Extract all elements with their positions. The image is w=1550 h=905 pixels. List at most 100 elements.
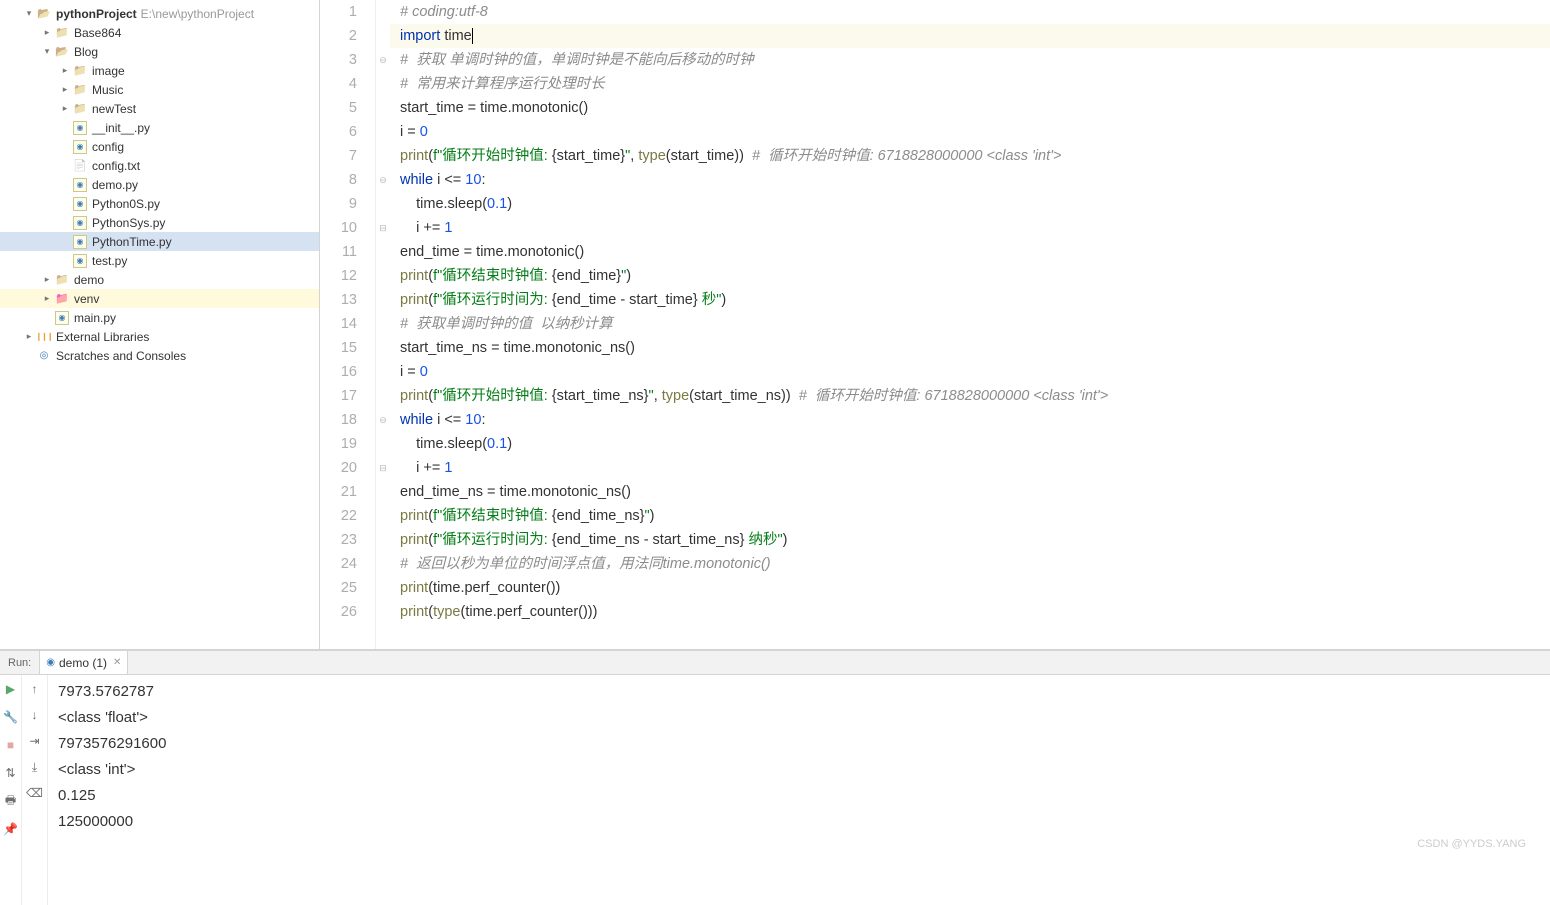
console-output[interactable]: 7973.5762787<class 'float'>7973576291600…	[48, 675, 1550, 905]
fold-marker[interactable]	[376, 480, 390, 504]
fold-marker[interactable]	[376, 312, 390, 336]
tree-item[interactable]: ▾Blog	[0, 42, 319, 61]
tree-item[interactable]: ▸ External Libraries	[0, 327, 319, 346]
run-tab[interactable]: ◉ demo (1) ✕	[40, 651, 128, 674]
code-line[interactable]: i += 1	[390, 456, 1550, 480]
fold-marker[interactable]	[376, 576, 390, 600]
code-line[interactable]: end_time = time.monotonic()	[390, 240, 1550, 264]
fold-marker[interactable]	[376, 384, 390, 408]
wrap-icon[interactable]: ⇥	[27, 733, 43, 749]
code-line[interactable]: start_time_ns = time.monotonic_ns()	[390, 336, 1550, 360]
chevron-icon[interactable]: ▾	[40, 46, 54, 57]
code-line[interactable]: time.sleep(0.1)	[390, 192, 1550, 216]
fold-marker[interactable]	[376, 240, 390, 264]
code-line[interactable]: i += 1	[390, 216, 1550, 240]
tree-item[interactable]: ▸Base864	[0, 23, 319, 42]
fold-marker[interactable]	[376, 432, 390, 456]
tree-item[interactable]: ▸image	[0, 61, 319, 80]
tree-item[interactable]: ▸venv	[0, 289, 319, 308]
code-line[interactable]: i = 0	[390, 360, 1550, 384]
fold-marker[interactable]	[376, 192, 390, 216]
fold-marker[interactable]	[376, 288, 390, 312]
fold-marker[interactable]: ⊟	[376, 456, 390, 480]
fold-marker[interactable]: ⊖	[376, 168, 390, 192]
code-line[interactable]: # 获取单调时钟的值 以纳秒计算	[390, 312, 1550, 336]
tree-item[interactable]: ▸Music	[0, 80, 319, 99]
code-line[interactable]: while i <= 10:	[390, 168, 1550, 192]
tree-item[interactable]: PythonTime.py	[0, 232, 319, 251]
tree-item[interactable]: ▸demo	[0, 270, 319, 289]
code-line[interactable]: end_time_ns = time.monotonic_ns()	[390, 480, 1550, 504]
tools-button[interactable]: 🔧	[3, 709, 19, 725]
pin-button[interactable]: 📌	[3, 821, 19, 837]
chevron-icon[interactable]: ▸	[40, 27, 54, 38]
fold-marker[interactable]: ⊟	[376, 216, 390, 240]
up-icon[interactable]: ↑	[27, 681, 43, 697]
fold-marker[interactable]	[376, 96, 390, 120]
code-line[interactable]: # 常用来计算程序运行处理时长	[390, 72, 1550, 96]
code-line[interactable]: print(f"循环开始时钟值: {start_time_ns}", type(…	[390, 384, 1550, 408]
code-line[interactable]: time.sleep(0.1)	[390, 432, 1550, 456]
tree-item[interactable]: ▸newTest	[0, 99, 319, 118]
fold-marker[interactable]	[376, 72, 390, 96]
tree-item[interactable]: PythonSys.py	[0, 213, 319, 232]
fold-marker[interactable]	[376, 600, 390, 624]
chevron-icon[interactable]: ▾	[22, 8, 36, 19]
close-icon[interactable]: ✕	[113, 657, 121, 668]
code-line[interactable]: print(f"循环运行时间为: {end_time_ns - start_ti…	[390, 528, 1550, 552]
scroll-icon[interactable]: ⤓	[27, 759, 43, 775]
tree-item[interactable]: config.txt	[0, 156, 319, 175]
code-line[interactable]: print(f"循环结束时钟值: {end_time}")	[390, 264, 1550, 288]
down-icon[interactable]: ↓	[27, 707, 43, 723]
tree-item[interactable]: config	[0, 137, 319, 156]
chevron-icon[interactable]: ▸	[58, 65, 72, 76]
rerun-button[interactable]: ▶	[3, 681, 19, 697]
project-tree[interactable]: ▾pythonProject E:\new\pythonProject▸Base…	[0, 0, 320, 649]
fold-marker[interactable]	[376, 504, 390, 528]
stop-button[interactable]: ■	[3, 737, 19, 753]
folder-c-icon	[72, 101, 88, 117]
tree-item-label: External Libraries	[56, 330, 149, 344]
fold-marker[interactable]	[376, 336, 390, 360]
fold-marker[interactable]	[376, 120, 390, 144]
code-line[interactable]: print(type(time.perf_counter()))	[390, 600, 1550, 624]
code-line[interactable]: # 获取 单调时钟的值，单调时钟是不能向后移动的时钟	[390, 48, 1550, 72]
fold-marker[interactable]	[376, 360, 390, 384]
clear-icon[interactable]: ⌫	[27, 785, 43, 801]
code-line[interactable]: print(f"循环运行时间为: {end_time - start_time}…	[390, 288, 1550, 312]
fold-marker[interactable]	[376, 264, 390, 288]
code-line[interactable]: start_time = time.monotonic()	[390, 96, 1550, 120]
chevron-icon[interactable]: ▸	[58, 103, 72, 114]
tree-item[interactable]: Scratches and Consoles	[0, 346, 319, 365]
tree-item[interactable]: main.py	[0, 308, 319, 327]
fold-marker[interactable]	[376, 144, 390, 168]
tree-item[interactable]: ▾pythonProject E:\new\pythonProject	[0, 4, 319, 23]
code-line[interactable]: print(time.perf_counter())	[390, 576, 1550, 600]
tree-item[interactable]: Python0S.py	[0, 194, 319, 213]
print-button[interactable]: 🖶	[3, 793, 19, 809]
tree-item[interactable]: test.py	[0, 251, 319, 270]
code-line[interactable]: # coding:utf-8	[390, 0, 1550, 24]
fold-marker[interactable]	[376, 528, 390, 552]
code-line[interactable]: i = 0	[390, 120, 1550, 144]
code-line[interactable]: print(f"循环结束时钟值: {end_time_ns}")	[390, 504, 1550, 528]
code-line[interactable]: # 返回以秒为单位的时间浮点值，用法同time.monotonic()	[390, 552, 1550, 576]
chevron-icon[interactable]: ▸	[58, 84, 72, 95]
fold-marker[interactable]	[376, 24, 390, 48]
fold-marker[interactable]: ⊖	[376, 48, 390, 72]
chevron-icon[interactable]: ▸	[22, 331, 36, 342]
layout-button[interactable]: ⇅	[3, 765, 19, 781]
chevron-icon[interactable]: ▸	[40, 293, 54, 304]
fold-marker[interactable]: ⊖	[376, 408, 390, 432]
code-line[interactable]: while i <= 10:	[390, 408, 1550, 432]
code-line[interactable]: print(f"循环开始时钟值: {start_time}", type(sta…	[390, 144, 1550, 168]
tree-item[interactable]: __init__.py	[0, 118, 319, 137]
chevron-icon[interactable]: ▸	[40, 274, 54, 285]
code-editor[interactable]: 1234567891011121314151617181920212223242…	[320, 0, 1550, 649]
code-area[interactable]: # coding:utf-8import time# 获取 单调时钟的值，单调时…	[390, 0, 1550, 649]
code-line[interactable]: import time	[390, 24, 1550, 48]
tree-item[interactable]: demo.py	[0, 175, 319, 194]
fold-marker[interactable]	[376, 0, 390, 24]
fold-column[interactable]: ⊖ ⊖ ⊟ ⊖ ⊟	[376, 0, 390, 649]
fold-marker[interactable]	[376, 552, 390, 576]
